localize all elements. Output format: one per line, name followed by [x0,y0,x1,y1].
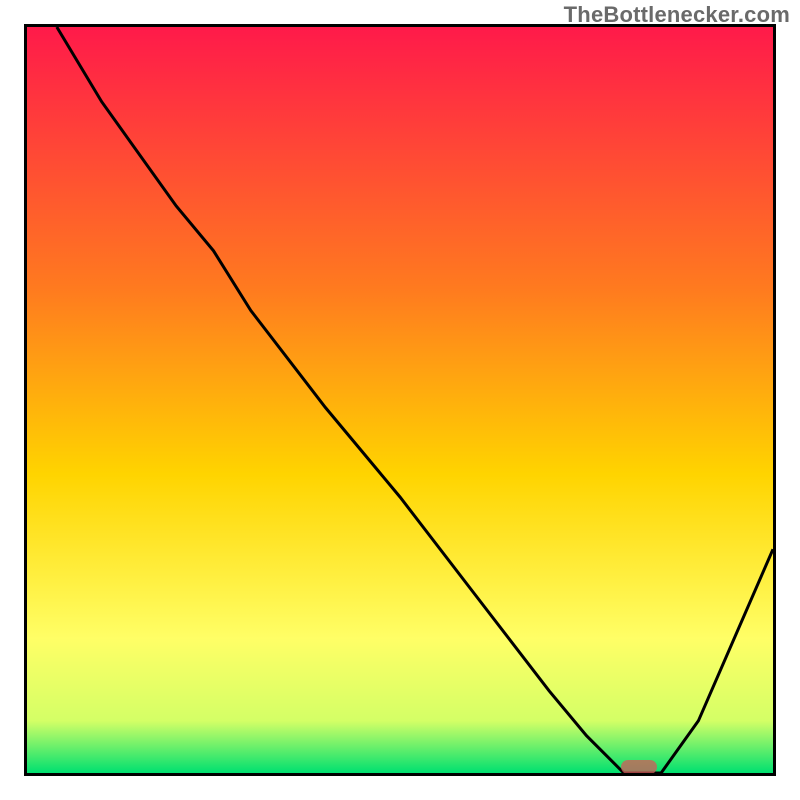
optimal-spot-marker [621,760,657,774]
curve-layer [27,27,773,773]
plot-area [24,24,776,776]
bottleneck-curve [57,27,773,773]
chart-container: TheBottlenecker.com [0,0,800,800]
